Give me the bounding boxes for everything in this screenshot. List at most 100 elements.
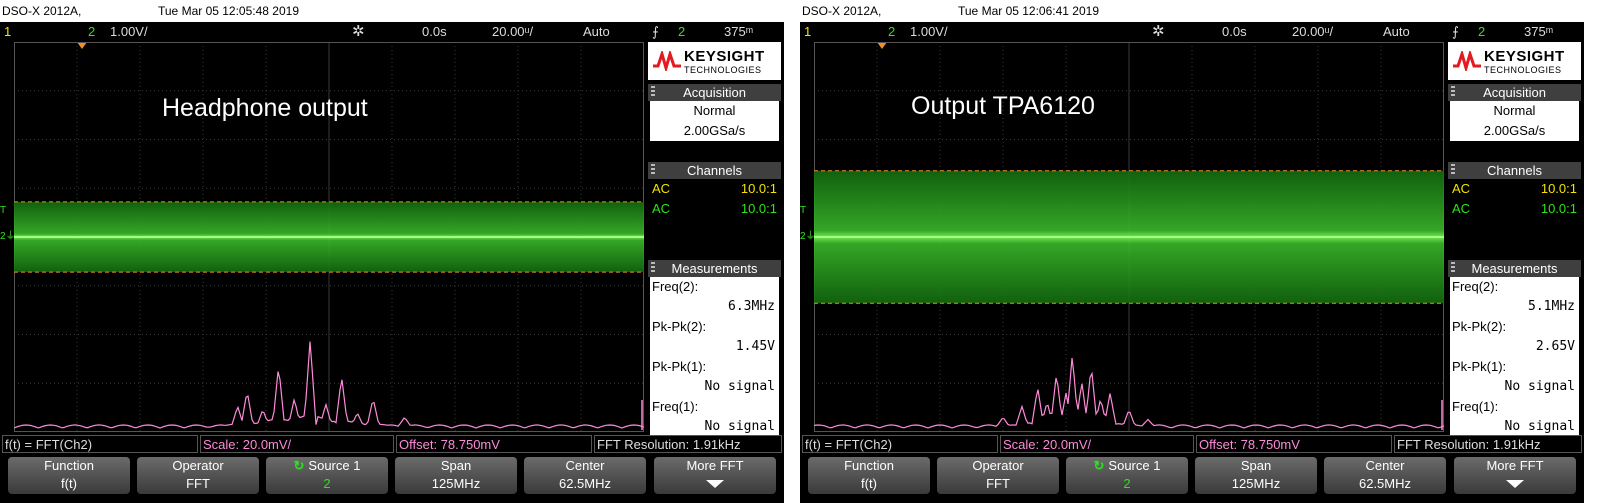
span-softkey[interactable]: Span 125MHz xyxy=(1195,457,1317,494)
measurement-label: Pk-Pk(1): xyxy=(652,359,707,374)
source-softkey[interactable]: ↻ Source 12 xyxy=(266,457,388,494)
keysight-logo: KEYSIGHT TECHNOLOGIES xyxy=(1448,42,1581,80)
acquisition-mode: Normal xyxy=(1493,103,1536,118)
softkey-bar: Function f(t) Operator FFT ↻ Source 12 Span… xyxy=(800,455,1584,503)
side-panel: KEYSIGHT TECHNOLOGIES Acquisition Normal… xyxy=(1448,42,1581,437)
channels-body: AC 10.0:1 AC 10.0:1 xyxy=(650,179,779,219)
measurements-header[interactable]: Measurements xyxy=(1448,260,1581,277)
measurement-value: No signal xyxy=(704,379,775,394)
acquisition-mode: Normal xyxy=(693,103,736,118)
refresh-icon: ↻ xyxy=(293,458,305,473)
trigger-level[interactable]: 375ᵐ xyxy=(1524,22,1553,41)
fft-scale[interactable]: Scale: 20.0mV/ xyxy=(1000,435,1194,453)
acquisition-header[interactable]: Acquisition xyxy=(1448,84,1581,101)
more-fft-softkey[interactable]: More FFT xyxy=(1454,457,1576,494)
graticule xyxy=(814,42,1444,432)
operator-softkey[interactable]: Operator FFT xyxy=(137,457,259,494)
logo-brand: KEYSIGHT xyxy=(1484,48,1565,65)
waveform-display[interactable]: Output TPA6120 xyxy=(814,42,1444,432)
ch2-scale[interactable]: 1.00V/ xyxy=(110,22,148,41)
sample-rate: 2.00GSa/s xyxy=(1483,123,1546,138)
ch1-indicator[interactable]: 1 xyxy=(804,22,811,41)
channels-body: AC 10.0:1 AC 10.0:1 xyxy=(1450,179,1579,219)
measurement-value: 6.3MHz xyxy=(728,299,775,314)
fft-offset[interactable]: Offset: 78.750mV xyxy=(1196,435,1392,453)
channel-1-row: AC 10.0:1 xyxy=(1452,181,1577,196)
channel-2-row: AC 10.0:1 xyxy=(652,201,777,216)
time-scale[interactable]: 20.00ᵘ/ xyxy=(492,22,533,41)
scope-screen-1: DSO-X 2012A, Tue Mar 05 12:05:48 2019 1 … xyxy=(0,0,784,503)
waveform-display[interactable]: Headphone output xyxy=(14,42,644,432)
run-stop-icon: ✲ xyxy=(1152,23,1165,40)
measurements-header[interactable]: Measurements xyxy=(648,260,781,277)
ch2-ground-marker: 2⏚ xyxy=(800,231,816,242)
acquisition-header[interactable]: Acquisition xyxy=(648,84,781,101)
fft-info-bar: f(t) = FFT(Ch2) Scale: 20.0mV/ Offset: 7… xyxy=(800,435,1584,453)
center-softkey[interactable]: Center 62.5MHz xyxy=(1324,457,1446,494)
logo-sub: TECHNOLOGIES xyxy=(684,65,762,75)
softkey-bar: Function f(t) Operator FFT ↻ Source 12 Span… xyxy=(0,455,784,503)
measurements-body: Freq(2): 5.1MHz Pk-Pk(2): 2.65V Pk-Pk(1)… xyxy=(1450,277,1579,437)
trigger-mode[interactable]: Auto xyxy=(1383,22,1410,41)
run-stop-icon: ✲ xyxy=(352,23,365,40)
ch2-scale[interactable]: 1.00V/ xyxy=(910,22,948,41)
keysight-logo: KEYSIGHT TECHNOLOGIES xyxy=(648,42,781,80)
measurement-value: 5.1MHz xyxy=(1528,299,1575,314)
channel-1-row: AC 10.0:1 xyxy=(652,181,777,196)
measurements-body: Freq(2): 6.3MHz Pk-Pk(2): 1.45V Pk-Pk(1)… xyxy=(650,277,779,437)
fft-scale[interactable]: Scale: 20.0mV/ xyxy=(200,435,394,453)
timestamp: Tue Mar 05 12:06:41 2019 xyxy=(958,4,1099,18)
title-bar: DSO-X 2012A, Tue Mar 05 12:06:41 2019 xyxy=(800,0,1584,22)
operator-softkey[interactable]: Operator FFT xyxy=(937,457,1059,494)
trigger-level-marker: T xyxy=(0,205,7,216)
keysight-wave-icon xyxy=(653,51,681,71)
trigger-mode[interactable]: Auto xyxy=(583,22,610,41)
fft-info-bar: f(t) = FFT(Ch2) Scale: 20.0mV/ Offset: 7… xyxy=(0,435,784,453)
status-bar: 1 2 1.00V/ ✲ 0.0s 20.00ᵘ/ Auto ⨍ 2 375ᵐ xyxy=(0,22,784,41)
trigger-level-marker: T xyxy=(800,205,807,216)
timestamp: Tue Mar 05 12:05:48 2019 xyxy=(158,4,299,18)
refresh-icon: ↻ xyxy=(1093,458,1105,473)
time-position[interactable]: 0.0s xyxy=(1222,22,1247,41)
channel-2-row: AC 10.0:1 xyxy=(1452,201,1577,216)
side-panel: KEYSIGHT TECHNOLOGIES Acquisition Normal… xyxy=(648,42,781,437)
time-position[interactable]: 0.0s xyxy=(422,22,447,41)
measurement-value: No signal xyxy=(1504,379,1575,394)
measurement-label: Pk-Pk(2): xyxy=(652,319,707,334)
ch2-indicator[interactable]: 2 xyxy=(888,22,895,41)
ch2-ground-marker: 2⏚ xyxy=(0,231,16,242)
logo-brand: KEYSIGHT xyxy=(684,48,765,65)
fft-function[interactable]: f(t) = FFT(Ch2) xyxy=(2,435,198,453)
more-fft-softkey[interactable]: More FFT xyxy=(654,457,776,494)
measurement-value: 1.45V xyxy=(735,339,775,354)
span-softkey[interactable]: Span 125MHz xyxy=(395,457,517,494)
fft-resolution: FFT Resolution: 1.91kHz xyxy=(1394,435,1582,453)
scope-screen-2: DSO-X 2012A, Tue Mar 05 12:06:41 2019 1 … xyxy=(800,0,1584,503)
arrow-down-icon xyxy=(1506,480,1524,488)
arrow-down-icon xyxy=(706,480,724,488)
ch1-indicator[interactable]: 1 xyxy=(4,22,11,41)
fft-function[interactable]: f(t) = FFT(Ch2) xyxy=(802,435,998,453)
measurement-label: Pk-Pk(1): xyxy=(1452,359,1507,374)
measurement-label: Freq(1): xyxy=(1452,399,1499,414)
trigger-source[interactable]: 2 xyxy=(1478,22,1485,41)
time-scale[interactable]: 20.00ᵘ/ xyxy=(1292,22,1333,41)
model-name: DSO-X 2012A, xyxy=(802,4,882,18)
trigger-level[interactable]: 375ᵐ xyxy=(724,22,753,41)
model-name: DSO-X 2012A, xyxy=(2,4,82,18)
source-softkey[interactable]: ↻ Source 12 xyxy=(1066,457,1188,494)
trigger-edge-icon: ⨍ xyxy=(1452,24,1459,39)
channels-header[interactable]: Channels xyxy=(648,162,781,179)
function-softkey[interactable]: Function f(t) xyxy=(8,457,130,494)
trigger-source[interactable]: 2 xyxy=(678,22,685,41)
fft-offset[interactable]: Offset: 78.750mV xyxy=(396,435,592,453)
ch2-indicator[interactable]: 2 xyxy=(88,22,95,41)
status-bar: 1 2 1.00V/ ✲ 0.0s 20.00ᵘ/ Auto ⨍ 2 375ᵐ xyxy=(800,22,1584,41)
function-softkey[interactable]: Function f(t) xyxy=(808,457,930,494)
channels-header[interactable]: Channels xyxy=(1448,162,1581,179)
measurement-label: Freq(1): xyxy=(652,399,699,414)
center-softkey[interactable]: Center 62.5MHz xyxy=(524,457,646,494)
measurement-value: No signal xyxy=(1504,419,1575,434)
measurement-label: Freq(2): xyxy=(1452,279,1499,294)
title-bar: DSO-X 2012A, Tue Mar 05 12:05:48 2019 xyxy=(0,0,784,22)
